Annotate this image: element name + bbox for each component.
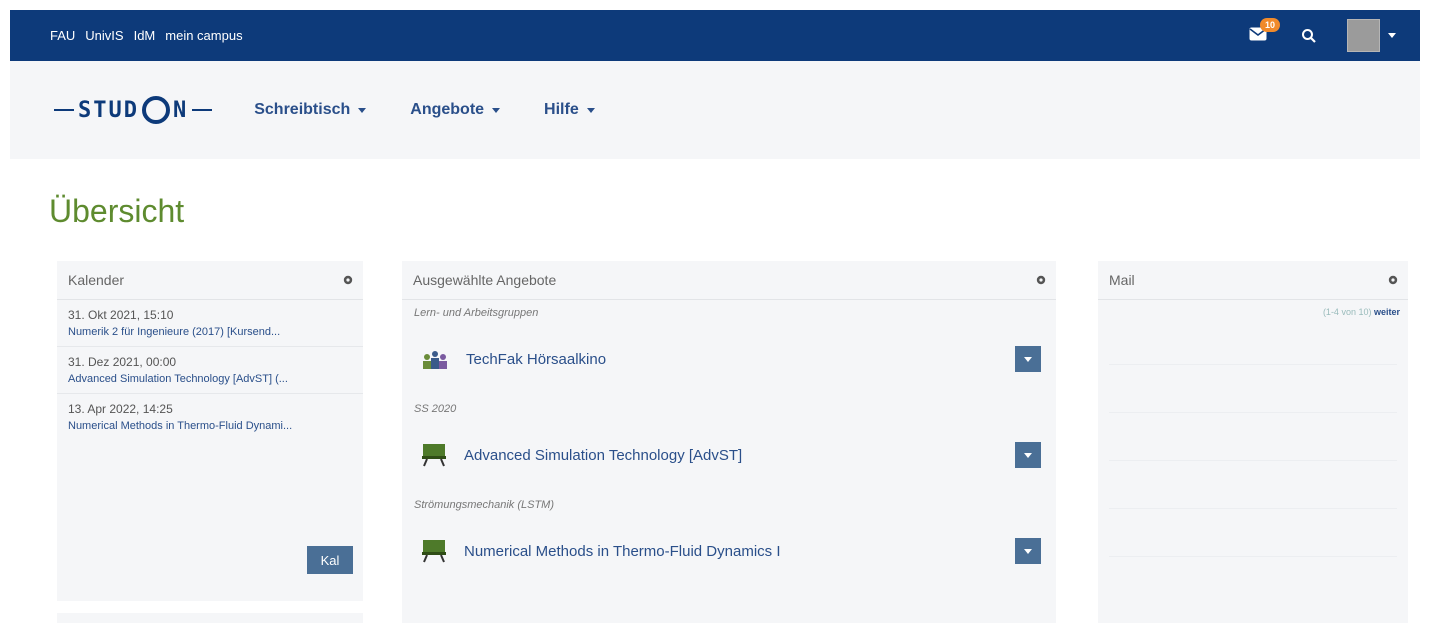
calendar-entry-link[interactable]: Advanced Simulation Technology [AdvST] (… (68, 371, 351, 387)
nav-angebote-label: Angebote (410, 101, 485, 118)
selected-offers-panel: Ausgewählte Angebote Lern- und Arbeitsgr… (402, 261, 1056, 623)
chevron-down-icon (1024, 452, 1032, 458)
group-heading: Strömungsmechanik (LSTM) (414, 499, 554, 511)
chevron-down-icon (492, 107, 501, 113)
mail-row[interactable] (1109, 509, 1397, 557)
mail-row[interactable] (1109, 413, 1397, 461)
second-left-panel (57, 613, 363, 623)
chevron-down-icon (1024, 356, 1032, 362)
mail-notification-button[interactable]: 10 (1249, 17, 1280, 45)
avatar (1347, 19, 1380, 52)
mail-header: Mail (1098, 261, 1408, 300)
mail-pagination: (1-4 von 10) weiter (1098, 300, 1408, 317)
nav-angebote[interactable]: Angebote (410, 101, 501, 119)
offer-title[interactable]: TechFak Hörsaalkino (466, 351, 606, 368)
gear-icon[interactable] (342, 274, 354, 286)
group-heading: SS 2020 (414, 403, 457, 415)
actions-dropdown-button[interactable] (1015, 442, 1041, 468)
nav-hilfe[interactable]: Hilfe (544, 101, 595, 119)
calendar-entry-link[interactable]: Numerical Methods in Thermo-Fluid Dynami… (68, 418, 351, 434)
calendar-entry-link[interactable]: Numerik 2 für Ingenieure (2017) [Kursend… (68, 324, 351, 340)
link-mein-campus[interactable]: mein campus (165, 28, 242, 43)
offer-title[interactable]: Advanced Simulation Technology [AdvST] (464, 447, 742, 464)
offer-item: Numerical Methods in Thermo-Fluid Dynami… (402, 514, 1056, 588)
calendar-entry-date: 13. Apr 2022, 14:25 (68, 402, 173, 416)
app-frame: FAU UnivIS IdM mein campus 10 STUD N Sch… (10, 10, 1420, 623)
studon-logo[interactable]: STUD N (50, 96, 216, 124)
mail-title: Mail (1109, 272, 1135, 288)
nav-hilfe-label: Hilfe (544, 101, 579, 118)
mail-row[interactable] (1109, 317, 1397, 365)
logo-ring (141, 96, 170, 124)
calendar-button[interactable]: Kal (307, 546, 353, 574)
group-icon (423, 351, 447, 369)
selected-offers-header: Ausgewählte Angebote (402, 261, 1056, 300)
link-univis[interactable]: UnivIS (85, 28, 123, 43)
mail-row[interactable] (1109, 365, 1397, 413)
group-heading: Lern- und Arbeitsgruppen (414, 307, 539, 319)
gear-icon[interactable] (1387, 274, 1399, 286)
page-title: Übersicht (49, 193, 185, 229)
actions-dropdown-button[interactable] (1015, 346, 1041, 372)
course-icon (422, 540, 446, 563)
logo-text-right: N (172, 97, 189, 123)
calendar-entry: 31. Okt 2021, 15:10 Numerik 2 für Ingeni… (57, 300, 363, 347)
course-icon (422, 444, 446, 467)
chevron-down-icon (1388, 33, 1396, 38)
logo-text-left: STUD (78, 97, 139, 123)
actions-dropdown-button[interactable] (1015, 538, 1041, 564)
top-links: FAU UnivIS IdM mein campus (50, 28, 243, 43)
mail-count-badge: 10 (1260, 17, 1280, 32)
main-nav: STUD N Schreibtisch Angebote Hilfe (10, 61, 1420, 159)
calendar-entry-date: 31. Okt 2021, 15:10 (68, 308, 174, 322)
calendar-entry: 13. Apr 2022, 14:25 Numerical Methods in… (57, 394, 363, 440)
mail-more-link[interactable]: weiter (1374, 307, 1400, 317)
link-fau[interactable]: FAU (50, 28, 75, 43)
calendar-entry-date: 31. Dez 2021, 00:00 (68, 355, 177, 369)
logo-line-right (192, 109, 213, 111)
nav-menu: Schreibtisch Angebote Hilfe (254, 101, 595, 119)
search-icon[interactable] (1301, 28, 1317, 44)
offer-title[interactable]: Numerical Methods in Thermo-Fluid Dynami… (464, 543, 781, 560)
link-idm[interactable]: IdM (134, 28, 156, 43)
calendar-title: Kalender (68, 272, 125, 288)
logo-line-left (54, 109, 74, 111)
calendar-entry: 31. Dez 2021, 00:00 Advanced Simulation … (57, 347, 363, 394)
nav-schreibtisch-label: Schreibtisch (254, 101, 351, 118)
gear-icon[interactable] (1035, 274, 1047, 286)
offer-item: Advanced Simulation Technology [AdvST] (402, 418, 1056, 492)
calendar-header: Kalender (57, 261, 363, 300)
selected-offers-title: Ausgewählte Angebote (413, 272, 557, 288)
nav-schreibtisch[interactable]: Schreibtisch (254, 101, 367, 119)
mail-panel: Mail (1-4 von 10) weiter (1098, 261, 1408, 623)
chevron-down-icon (358, 107, 367, 113)
chevron-down-icon (1024, 548, 1032, 554)
mail-count-text: (1-4 von 10) (1322, 307, 1372, 317)
chevron-down-icon (586, 107, 595, 113)
mail-row[interactable] (1109, 461, 1397, 509)
top-right-tools: 10 (1249, 17, 1396, 52)
top-bar: FAU UnivIS IdM mein campus 10 (10, 10, 1420, 61)
calendar-panel: Kalender 31. Okt 2021, 15:10 Numerik 2 f… (57, 261, 363, 601)
user-menu[interactable] (1347, 19, 1396, 52)
offer-item: TechFak Hörsaalkino (402, 322, 1056, 396)
